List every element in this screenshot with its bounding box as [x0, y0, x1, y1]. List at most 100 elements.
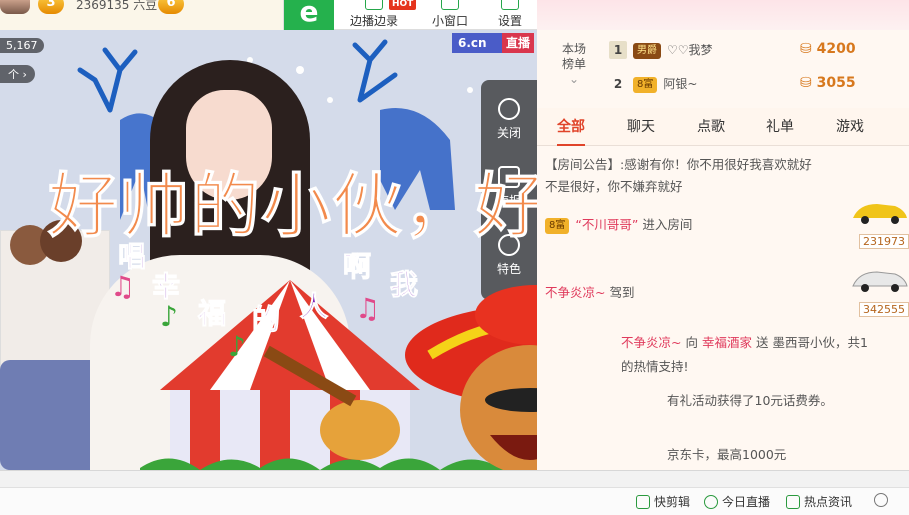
chevron-down-icon: ⌄	[568, 72, 580, 86]
rank-badge: 男爵	[633, 43, 661, 59]
car-action: 驾到	[609, 285, 635, 300]
ranking-row[interactable]: 1 男爵 ♡♡我梦	[609, 39, 713, 61]
refresh-circle-icon	[874, 493, 888, 507]
brand-name: 6.cn	[458, 36, 487, 50]
hot-badge: HOT	[389, 0, 417, 10]
rank-number: 1	[609, 41, 627, 59]
panel-header-banner	[537, 0, 909, 30]
announcement: 【房间公告】:感谢有你！你不用很好我喜欢就好	[545, 154, 812, 173]
lyric-char: 的	[251, 303, 281, 337]
ranking-label-line1: 本场	[561, 42, 586, 56]
rank-coins: ⛁ 3055	[800, 75, 856, 91]
host-avatar[interactable]	[0, 0, 30, 14]
music-note-icon: ♪	[160, 300, 178, 333]
record-while-watch-label: 边播边录	[349, 14, 398, 28]
viewer-count: 5,167	[0, 38, 44, 53]
coin-icon: ⛁	[800, 75, 812, 91]
live-video[interactable]: 5,167 个 › 6.cn 直播 关闭 海报 特色 好帅的小伙，好 唱 幸 福…	[0, 30, 537, 470]
thanks-message: 的热情支持!	[621, 359, 689, 374]
promo-message-2: 京东卡，最高1000元	[667, 447, 787, 462]
car-arrival-message: 不争炎凉~ 驾到	[545, 282, 634, 301]
play-icon	[636, 495, 650, 509]
lyric-char: 福	[197, 297, 227, 331]
status-bar: 快剪辑 今日直播 热点资讯	[0, 470, 909, 515]
music-note-icon: ♫	[110, 270, 136, 303]
music-note-icon: ♫	[355, 292, 381, 325]
ranking-row[interactable]: 2 8富 阿银~	[609, 73, 697, 95]
ranking-label[interactable]: 本场 榜单 ⌄	[559, 42, 589, 87]
gear-icon	[501, 0, 519, 10]
fans-count: 2369135 六豆	[76, 0, 158, 12]
car-number: 342555	[859, 302, 909, 317]
lyric-char: 人	[299, 290, 329, 324]
power-icon	[498, 98, 520, 120]
entry-message: 8富 “不川哥哥” 进入房间	[545, 214, 692, 234]
rank-user-name: ♡♡我梦	[667, 43, 713, 57]
gift-sender[interactable]: 不争炎凉~	[621, 335, 681, 350]
car-user-name[interactable]: 不争炎凉~	[545, 285, 605, 300]
coin-icon: ⛁	[800, 41, 812, 57]
top-toolbar: e 边播边录 HOT 小窗口 设置	[283, 0, 537, 30]
gift-to-word: 向	[685, 335, 698, 350]
tab-all[interactable]: 全部	[557, 108, 585, 146]
rank-user-name: 阿银~	[663, 77, 698, 91]
today-live-button[interactable]: 今日直播	[704, 493, 770, 510]
lyric-char: 幸	[151, 270, 181, 304]
news-icon	[786, 495, 800, 509]
announcement-text: 感谢有你！你不用很好我喜欢就好	[624, 157, 812, 172]
gift-message: 不争炎凉~ 向 幸福酒家 送 墨西哥小伙，共1	[621, 332, 868, 351]
refresh-icon[interactable]	[874, 493, 892, 507]
browser-logo-icon: e	[284, 0, 334, 30]
today-live-label: 今日直播	[722, 495, 771, 509]
level-badge-right: 6	[158, 0, 184, 14]
announcement-line2: 不是很好，你不嫌弃就好	[545, 179, 683, 194]
tab-gift-list[interactable]: 礼单	[766, 108, 794, 146]
chat-messages: 【房间公告】:感谢有你！你不用很好我喜欢就好 不是很好，你不嫌弃就好 8富 “不川…	[537, 146, 909, 470]
car-number: 231973	[859, 234, 909, 249]
quick-clip-label: 快剪辑	[654, 495, 691, 509]
promo-message: 有礼活动获得了10元话费券。	[667, 393, 833, 408]
gift-send-word: 送	[755, 335, 769, 350]
entry-action: 进入房间	[642, 217, 693, 232]
lyric-char: 啊	[342, 250, 372, 284]
rank-coins: ⛁ 4200	[800, 41, 856, 57]
mini-window-button[interactable]: 小窗口	[424, 0, 476, 30]
wealth-badge: 8富	[545, 218, 570, 234]
gift-pill[interactable]: 个 ›	[0, 65, 35, 83]
rank-coin-value: 4200	[816, 41, 856, 57]
rank-badge: 8富	[633, 77, 658, 93]
guitar-decor	[263, 345, 400, 460]
ranking-label-line2: 榜单	[561, 57, 586, 71]
lyric-char: 唱	[117, 240, 147, 274]
rank-number: 2	[613, 77, 623, 91]
gift-item: 墨西哥小伙，共1	[772, 335, 868, 350]
hot-news-label: 热点资讯	[804, 495, 853, 509]
entry-user-name[interactable]: “不川哥哥”	[575, 217, 638, 232]
rank-coin-value: 3055	[816, 75, 856, 91]
mexican-guy-gift	[405, 285, 537, 470]
settings-label: 设置	[497, 14, 522, 28]
music-note-icon: ♪	[228, 330, 246, 363]
record-icon	[365, 0, 383, 10]
chat-panel: 本场 榜单 ⌄ 1 男爵 ♡♡我梦 ⛁ 4200 2 8富 阿银~ ⛁ 3055 全部 …	[537, 0, 909, 470]
mini-window-icon	[441, 0, 459, 10]
play-circle-icon	[704, 495, 718, 509]
ranking-list: 本场 榜单 ⌄ 1 男爵 ♡♡我梦 ⛁ 4200 2 8富 阿银~ ⛁ 3055	[537, 33, 909, 103]
app-window: 3 2369135 六豆 6 e 边播边录 HOT 小窗口 设置 5,167 个…	[0, 0, 909, 515]
settings-button[interactable]: 设置	[490, 0, 530, 30]
tab-chat[interactable]: 聊天	[627, 108, 655, 146]
brand-logo: 6.cn 直播	[452, 33, 534, 53]
feature-label: 特色	[496, 262, 521, 276]
tab-games[interactable]: 游戏	[836, 108, 864, 146]
hot-news-button[interactable]: 热点资讯	[786, 493, 852, 510]
close-video-label: 关闭	[496, 126, 521, 140]
live-badge: 直播	[501, 33, 534, 53]
quick-clip-button[interactable]: 快剪辑	[636, 493, 690, 510]
lyric-char: 我	[389, 268, 419, 302]
gift-receiver[interactable]: 幸福酒家	[702, 335, 752, 350]
close-video-button[interactable]: 关闭	[481, 88, 537, 148]
tab-song-request[interactable]: 点歌	[697, 108, 725, 146]
chat-tabs: 全部 聊天 点歌 礼单 游戏	[537, 108, 909, 146]
level-badge-left: 3	[38, 0, 64, 14]
announcement-tag: 【房间公告】:	[545, 157, 625, 172]
